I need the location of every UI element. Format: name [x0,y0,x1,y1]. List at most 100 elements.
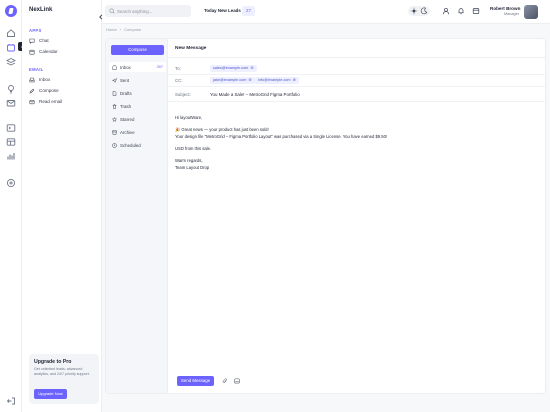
app-logo[interactable] [5,5,17,17]
subject-label: Subject: [175,92,191,97]
sidebar-item-label: Calendar [39,49,58,54]
search-icon [109,8,115,14]
sidebar-item-label: Compose [39,88,59,93]
clock-icon [112,142,117,148]
layers-icon[interactable] [6,57,16,67]
sun-icon[interactable] [410,7,418,15]
subject-input[interactable]: You Made a Sale! – MetroGrid Figma Portf… [210,92,300,97]
mail-folder-panel: Compose Inbox 397 Sent Drafts Trash Star… [106,39,168,393]
trash-icon [112,103,117,109]
breadcrumb-separator: › [119,27,122,32]
folder-label: Archive [120,129,135,135]
inbox-icon [112,65,117,70]
chip-label: sales@example.com [213,66,249,70]
send-message-button[interactable]: Send Message [177,376,214,386]
folder-sent[interactable]: Sent [109,75,166,85]
read-email-icon [29,99,35,104]
icon-rail: Apps [0,0,34,412]
sidebar-item-compose[interactable]: Compose [29,86,59,95]
body-signoff[interactable]: Warm regards, [175,158,203,163]
body-line[interactable]: Your design file "MetroGrid – Figma Port… [175,134,387,139]
divider [168,101,545,102]
folder-label: Scheduled [120,142,141,148]
send-icon [112,77,117,83]
attachment-icon[interactable] [222,378,228,384]
terminal-icon[interactable] [6,123,16,133]
mail-icon[interactable] [6,98,16,108]
folder-label: Drafts [120,90,132,96]
folder-starred[interactable]: Starred [109,114,166,124]
collapse-sidebar-icon[interactable] [97,8,105,20]
remove-recipient-icon[interactable]: ⊗ [293,77,296,84]
sidebar-item-label: Read email [39,99,63,104]
compose-icon [29,88,35,93]
leads-count-badge: 27 [242,6,255,16]
calendar-top-icon[interactable] [472,7,480,15]
breadcrumb-home[interactable]: Home [106,27,117,32]
bulb-icon[interactable] [6,84,16,94]
image-icon[interactable] [234,378,240,384]
sidebar-item-label: Chat [39,38,49,43]
remove-recipient-icon[interactable]: ⊗ [250,65,253,72]
compose-card: Compose Inbox 397 Sent Drafts Trash Star… [105,38,546,394]
home-icon[interactable] [6,28,16,38]
body-signature[interactable]: Team Layout Drop [175,165,209,170]
user-name: Robert Brown [490,6,521,11]
user-role: Manager [504,12,519,16]
sidebar-item-chat[interactable]: Chat [29,36,49,45]
chip-label: info@example.com [258,78,291,82]
upgrade-button[interactable]: Upgrade Now [34,389,67,399]
upgrade-description: Get unlimited leads, advanced analytics,… [34,367,90,376]
divider [168,74,545,75]
folder-label: Inbox [120,64,131,70]
body-greeting[interactable]: Hi layoutWare, [175,115,202,120]
moon-icon[interactable] [420,7,428,15]
avatar[interactable] [524,5,538,19]
sidebar-section-apps: APPS [29,28,42,33]
bell-icon[interactable] [457,7,465,15]
sidebar-item-label: Inbox [39,77,51,82]
divider [168,86,545,87]
search-input[interactable] [117,5,189,17]
archive-icon [112,130,117,135]
inbox-icon [29,77,35,82]
to-label: To: [175,66,181,71]
cc-recipient-chip[interactable]: jake@example.com ⊗ [210,77,255,84]
breadcrumb: Home › Compose [106,27,144,32]
folder-drafts[interactable]: Drafts [109,88,166,98]
folder-scheduled[interactable]: Scheduled [109,140,166,150]
search-box[interactable] [105,5,191,17]
draft-icon [112,90,117,96]
chat-icon [29,38,35,44]
brand-name: NexLink [29,7,53,13]
folder-trash[interactable]: Trash [109,101,166,111]
folder-count: 397 [156,65,163,69]
cc-recipient-chip[interactable]: info@example.com ⊗ [255,77,299,84]
divider [168,57,545,58]
folder-label: Trash [120,103,132,109]
sidebar-item-calendar[interactable]: Calendar [29,47,58,56]
chip-label: jake@example.com [213,78,247,82]
sidebar-section-email: EMAIL [29,67,44,72]
folder-archive[interactable]: Archive [109,127,166,137]
folder-inbox[interactable]: Inbox 397 [109,62,166,72]
remove-recipient-icon[interactable]: ⊗ [248,77,251,84]
sidebar-item-inbox[interactable]: Inbox [29,75,50,84]
sidebar: NexLink APPS Chat Calendar EMAIL Inbox C… [22,0,102,412]
folder-label: Starred [120,116,135,122]
body-line[interactable]: 🎉 Great news — your product has just bee… [175,127,269,133]
sidebar-item-read-email[interactable]: Read email [29,97,62,106]
upgrade-card: Upgrade to Pro Get unlimited leads, adva… [29,354,99,404]
cc-label: CC: [175,78,183,83]
star-icon [112,116,117,122]
chart-icon[interactable] [6,151,16,161]
add-icon[interactable] [6,178,16,188]
compose-button[interactable]: Compose [111,45,164,55]
apps-icon[interactable] [6,43,16,53]
folder-label: Sent [120,77,130,83]
body-line[interactable]: USD from this sale. [175,146,211,151]
user-icon[interactable] [442,7,450,15]
logout-icon[interactable] [6,396,16,406]
to-recipient-chip[interactable]: sales@example.com ⊗ [210,65,257,72]
table-icon[interactable] [6,137,16,147]
